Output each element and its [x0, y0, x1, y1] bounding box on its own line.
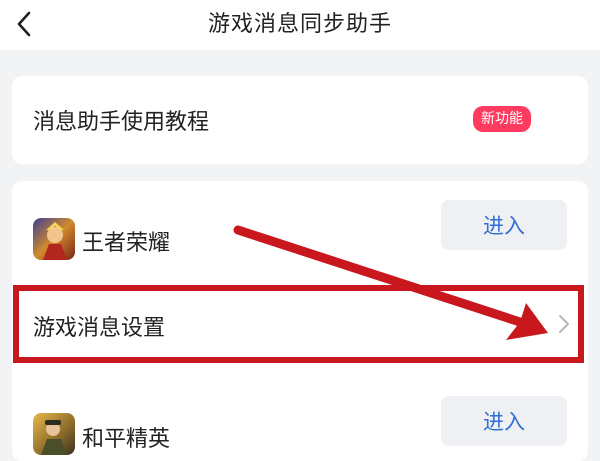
new-feature-badge: 新功能	[473, 106, 531, 132]
enter-button-honor-of-kings[interactable]: 进入	[441, 200, 567, 250]
enter-button-peacekeeper-elite[interactable]: 进入	[441, 396, 567, 446]
game-message-settings-row[interactable]: 游戏消息设置	[12, 282, 588, 364]
chevron-right-icon	[559, 315, 569, 333]
tutorial-label: 消息助手使用教程	[33, 110, 210, 135]
top-nav-bar: 游戏消息同步助手	[0, 0, 600, 50]
honor-of-kings-app-icon	[33, 218, 75, 260]
tutorial-card[interactable]: 消息助手使用教程 新功能	[12, 76, 588, 164]
page-title: 游戏消息同步助手	[207, 12, 392, 37]
game-message-settings-label: 游戏消息设置	[33, 316, 166, 341]
game-name-peacekeeper-elite: 和平精英	[82, 427, 171, 452]
game-name-honor-of-kings: 王者荣耀	[82, 231, 171, 256]
